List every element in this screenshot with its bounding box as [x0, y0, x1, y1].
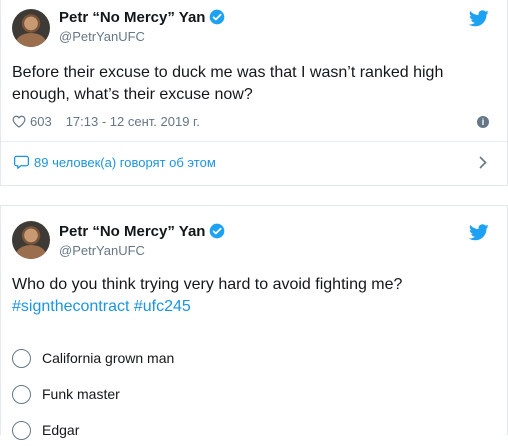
info-icon[interactable]: i: [477, 116, 489, 128]
poll-option-label[interactable]: Funk master: [42, 386, 120, 402]
tweet-text: Who do you think trying very hard to avo…: [12, 274, 498, 318]
twitter-bird-icon[interactable]: [469, 224, 489, 241]
hashtag-link[interactable]: #signthecontract: [12, 298, 129, 315]
twitter-bird-icon[interactable]: [469, 10, 489, 27]
poll-option[interactable]: California grown man: [12, 340, 174, 376]
author-handle[interactable]: @PetrYanUFC: [59, 29, 145, 44]
tweet-meta: 603 17:13 - 12 сент. 2019 г.: [12, 114, 200, 129]
avatar[interactable]: [12, 221, 50, 259]
hashtag-link[interactable]: #ufc245: [134, 298, 191, 315]
poll-option[interactable]: Edgar: [12, 412, 174, 448]
tweet-text: Before their excuse to duck me was that …: [12, 64, 444, 103]
speech-bubble-icon: [14, 155, 29, 169]
author-handle[interactable]: @PetrYanUFC: [59, 243, 145, 258]
radio-button[interactable]: [12, 420, 31, 440]
verified-badge-icon: [210, 9, 225, 25]
chevron-right-icon[interactable]: [479, 156, 487, 169]
tweet-card: Petr “No Mercy” Yan @PetrYanUFC Before t…: [0, 0, 508, 186]
poll-option[interactable]: Funk master: [12, 376, 174, 412]
verified-badge-icon: [210, 223, 225, 239]
poll-option-label[interactable]: California grown man: [42, 350, 174, 366]
conversation-link[interactable]: 89 человек(а) говорят об этом: [1, 142, 507, 182]
poll-option-label[interactable]: Edgar: [42, 422, 79, 438]
author-name-text[interactable]: Petr “No Mercy” Yan: [59, 9, 205, 26]
radio-button[interactable]: [12, 348, 31, 368]
radio-button[interactable]: [12, 384, 31, 404]
tweet-card: Petr “No Mercy” Yan @PetrYanUFC Who do y…: [0, 205, 508, 440]
heart-icon[interactable]: [12, 115, 26, 128]
conversation-label[interactable]: 89 человек(а) говорят об этом: [34, 155, 216, 170]
like-count[interactable]: 603: [30, 114, 52, 129]
author-name-text[interactable]: Petr “No Mercy” Yan: [59, 223, 205, 240]
avatar[interactable]: [12, 9, 50, 47]
poll: California grown man Funk master Edgar: [12, 340, 174, 448]
author-name[interactable]: Petr “No Mercy” Yan: [59, 9, 225, 27]
author-name[interactable]: Petr “No Mercy” Yan: [59, 223, 225, 241]
tweet-text-body: Who do you think trying very hard to avo…: [12, 276, 403, 293]
timestamp[interactable]: 17:13 - 12 сент. 2019 г.: [66, 114, 200, 129]
